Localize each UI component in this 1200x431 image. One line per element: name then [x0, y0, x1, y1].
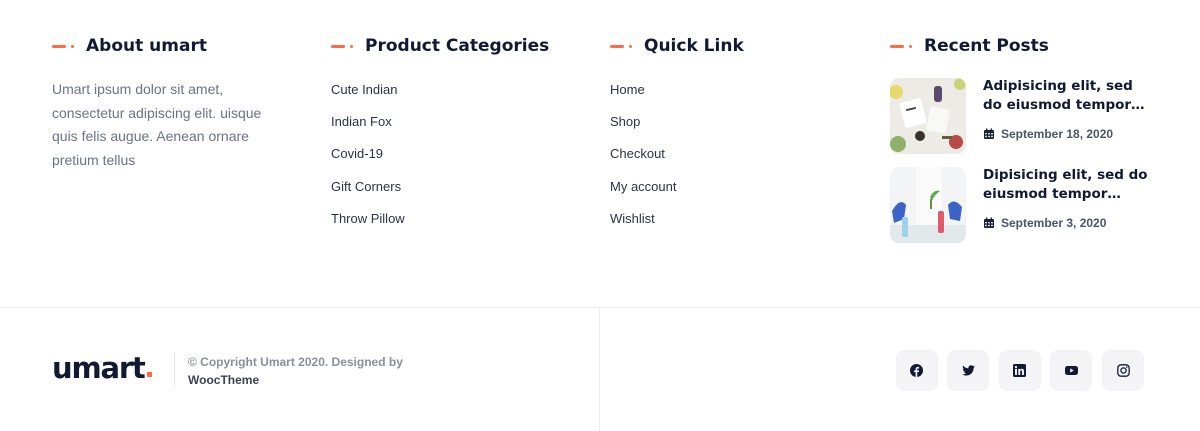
category-link-gift-corners[interactable]: Gift Corners [331, 177, 401, 197]
category-link-covid-19[interactable]: Covid-19 [331, 144, 383, 164]
post-date-text: September 3, 2020 [1001, 216, 1107, 230]
title-accent-icon [610, 34, 644, 58]
title-accent-icon [52, 34, 86, 58]
about-widget: About umart Umart ipsum dolor sit amet, … [52, 34, 292, 172]
calendar-icon [984, 128, 994, 139]
recent-posts-title: Recent Posts [890, 34, 1170, 58]
recent-post: Adipisicing elit, sed do eiusmod tempor… [890, 78, 1170, 167]
post-image-lab [890, 167, 966, 243]
about-text: Umart ipsum dolor sit amet, consectetur … [52, 81, 262, 168]
bottom-column-divider [599, 308, 600, 431]
linkedin-icon [1013, 364, 1027, 377]
quick-link-list: Home Shop Checkout My account Wishlist [610, 80, 850, 241]
quick-link-wishlist[interactable]: Wishlist [610, 209, 655, 229]
footer-widgets: About umart Umart ipsum dolor sit amet, … [0, 0, 1200, 307]
calendar-icon [984, 217, 994, 228]
quick-link-shop[interactable]: Shop [610, 112, 640, 132]
social-links [886, 350, 1144, 391]
quick-link-widget: Quick Link Home Shop Checkout My account… [610, 34, 850, 241]
product-categories-widget: Product Categories Cute Indian Indian Fo… [331, 34, 571, 241]
recent-post: Dipisicing elit, sed do eiusmod tempor… [890, 167, 1170, 256]
brand-logo[interactable]: umart [52, 352, 152, 384]
category-link-throw-pillow[interactable]: Throw Pillow [331, 209, 405, 229]
youtube-button[interactable] [1050, 350, 1093, 391]
recent-posts-list: Adipisicing elit, sed do eiusmod tempor… [890, 78, 1170, 256]
linkedin-button[interactable] [998, 350, 1041, 391]
twitter-button[interactable] [947, 350, 990, 391]
title-accent-icon [890, 34, 924, 58]
post-date-text: September 18, 2020 [1001, 127, 1114, 141]
recent-posts-widget: Recent Posts Adipisicing elit, sed do ei… [890, 34, 1170, 256]
title-accent-icon [331, 34, 365, 58]
quick-link-title-text: Quick Link [644, 36, 744, 56]
designer-link[interactable]: WoocTheme [188, 371, 408, 389]
brand-logo-text: umart [52, 351, 146, 385]
instagram-button[interactable] [1102, 350, 1144, 391]
categories-title-text: Product Categories [365, 36, 550, 56]
about-title: About umart [52, 34, 292, 58]
about-title-text: About umart [86, 36, 207, 56]
category-link-cute-indian[interactable]: Cute Indian [331, 80, 398, 100]
quick-link-checkout[interactable]: Checkout [610, 144, 665, 164]
categories-list: Cute Indian Indian Fox Covid-19 Gift Cor… [331, 80, 571, 241]
brand-separator [174, 352, 175, 386]
twitter-icon [961, 365, 975, 376]
post-title-link[interactable]: Dipisicing elit, sed do eiusmod tempor… [983, 166, 1153, 204]
post-thumbnail[interactable] [890, 78, 966, 154]
post-date: September 3, 2020 [983, 216, 1153, 230]
instagram-icon [1116, 364, 1130, 377]
post-title-link[interactable]: Adipisicing elit, sed do eiusmod tempor… [983, 77, 1153, 115]
quick-link-home[interactable]: Home [610, 80, 645, 100]
post-date: September 18, 2020 [983, 127, 1153, 141]
facebook-icon [910, 364, 924, 377]
facebook-button[interactable] [895, 350, 938, 391]
quick-link-my-account[interactable]: My account [610, 177, 676, 197]
youtube-icon [1064, 366, 1078, 375]
footer-bottom-bar: umart © Copyright Umart 2020. Designed b… [0, 308, 1200, 431]
categories-title: Product Categories [331, 34, 571, 58]
brand-logo-dot [146, 372, 152, 377]
post-thumbnail[interactable] [890, 167, 966, 243]
quick-link-title: Quick Link [610, 34, 850, 58]
recent-posts-title-text: Recent Posts [924, 36, 1049, 56]
copyright-text: © Copyright Umart 2020. Designed by Wooc… [188, 353, 408, 389]
category-link-indian-fox[interactable]: Indian Fox [331, 112, 392, 132]
copyright-line: © Copyright Umart 2020. Designed by [188, 355, 403, 369]
post-image-products [890, 78, 966, 154]
